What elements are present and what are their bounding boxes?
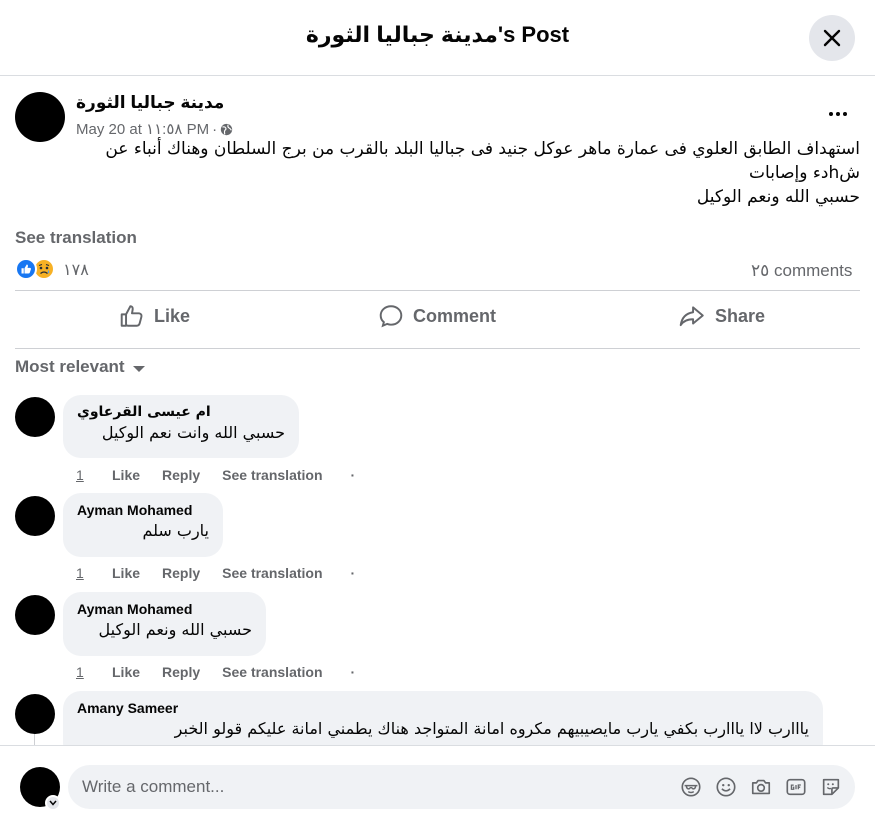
commenter-avatar[interactable] (15, 595, 55, 635)
emoji-button[interactable] (713, 775, 738, 800)
comment-time[interactable]: 1 (76, 565, 112, 581)
comment-dot: · (350, 664, 356, 680)
page-avatar[interactable] (15, 92, 65, 142)
comments-count-link[interactable]: ٢٥ comments (751, 258, 861, 283)
emoji-icon (715, 777, 736, 797)
sticker-icon (822, 778, 839, 796)
commenter-name[interactable]: Amany Sameer (77, 699, 809, 717)
meta-separator: · (212, 120, 218, 138)
chevron-down-icon (49, 800, 57, 806)
thumbs-up-icon (120, 305, 143, 327)
comment-composer (0, 745, 875, 832)
caret-down-icon (132, 365, 145, 372)
comment-actions: 1 Like Reply See translation · (76, 563, 355, 583)
share-arrow-icon (679, 306, 704, 327)
comment-text: حسبي الله ونعم الوكيل (98, 620, 252, 639)
post-date[interactable]: May 20 at ١١:٥٨ PM (76, 120, 209, 138)
photo-button[interactable] (748, 775, 773, 800)
post-text-line: شhدء وإصابات (749, 163, 860, 183)
like-button[interactable]: Like (119, 296, 190, 336)
camera-icon (751, 779, 770, 795)
post-text-line: حسبي الله ونعم الوكيل (696, 187, 860, 207)
divider (15, 290, 860, 291)
post-text-line: استهداف الطابق العلوي فى عمارة ماهر عوكل… (105, 139, 860, 159)
avatar-sticker-button[interactable] (678, 775, 703, 800)
comment-bubble: Ayman Mohamed حسبي الله ونعم الوكيل (63, 592, 266, 656)
dialog-header: مدينة جباليا الثورة's Post (0, 0, 875, 76)
comment-button[interactable]: Comment (378, 296, 496, 336)
sticker-button[interactable] (818, 775, 843, 800)
comment-like-button[interactable]: Like (112, 664, 140, 680)
post-body: استهداف الطابق العلوي فى عمارة ماهر عوكل… (60, 137, 860, 209)
comment-dot: · (350, 565, 356, 581)
thread-line (34, 733, 35, 745)
avatar-sticker-icon (680, 777, 701, 797)
comment-like-button[interactable]: Like (112, 467, 140, 483)
share-label: Share (715, 305, 766, 326)
more-options-button[interactable] (822, 100, 854, 128)
comment-text: يارب سلم (142, 521, 209, 540)
comment-reply-button[interactable]: Reply (162, 467, 200, 483)
close-icon (823, 29, 841, 47)
comment-text: حسبي الله وانت نعم الوكيل (101, 423, 285, 442)
globe-icon (220, 123, 233, 135)
comment-sort-dropdown[interactable]: Most relevant (15, 357, 145, 377)
comment-actions: 1 Like Reply See translation · (76, 465, 355, 485)
comment-translate-link[interactable]: See translation (222, 467, 322, 483)
comment-reply-button[interactable]: Reply (162, 664, 200, 680)
gif-button[interactable] (783, 775, 808, 800)
dialog-title: مدينة جباليا الثورة's Post (305, 22, 570, 47)
comment-dot: · (350, 467, 356, 483)
comment-bubble: ام عيسى القرعاوي حسبي الله وانت نعم الوك… (63, 395, 299, 458)
post-meta: May 20 at ١١:٥٨ PM · (76, 120, 233, 138)
close-button[interactable] (809, 15, 855, 61)
reaction-count: ١٧٨ (63, 259, 89, 279)
commenter-avatar[interactable] (15, 496, 55, 536)
profile-switch-button[interactable] (45, 795, 61, 811)
comment-input[interactable] (68, 777, 678, 797)
comment-time[interactable]: 1 (76, 664, 112, 680)
commenter-name[interactable]: ام عيسى القرعاوي (77, 403, 285, 421)
comment-bubble: Ayman Mohamed يارب سلم (63, 493, 223, 557)
sort-label: Most relevant (15, 357, 125, 376)
post-author[interactable]: مدينة جباليا الثورة (76, 93, 224, 113)
comment-translate-link[interactable]: See translation (222, 565, 322, 581)
comment-label: Comment (413, 305, 497, 326)
like-label: Like (154, 305, 191, 326)
comment-translate-link[interactable]: See translation (222, 664, 322, 680)
gif-icon (785, 778, 806, 796)
comment-like-button[interactable]: Like (112, 565, 140, 581)
like-reaction-icon (15, 258, 37, 280)
commenter-avatar[interactable] (15, 397, 55, 437)
comment-text: يااارب لاا يااارب بكفي يارب مايصيبيهم مك… (174, 719, 809, 738)
share-button[interactable]: Share (678, 296, 765, 336)
comment-reply-button[interactable]: Reply (162, 565, 200, 581)
see-translation-link[interactable]: See translation (15, 228, 137, 248)
comment-time[interactable]: 1 (76, 467, 112, 483)
divider (15, 348, 860, 349)
commenter-name[interactable]: Ayman Mohamed (77, 600, 252, 618)
composer-icons (678, 775, 855, 800)
comment-actions: 1 Like Reply See translation · (76, 662, 355, 682)
commenter-avatar[interactable] (15, 694, 55, 734)
comment-bubble-icon (379, 305, 403, 328)
reactions-summary[interactable]: ١٧٨ (15, 258, 89, 280)
comment-input-wrapper (68, 765, 855, 809)
commenter-name[interactable]: Ayman Mohamed (77, 501, 209, 519)
more-dots-icon (829, 112, 833, 116)
